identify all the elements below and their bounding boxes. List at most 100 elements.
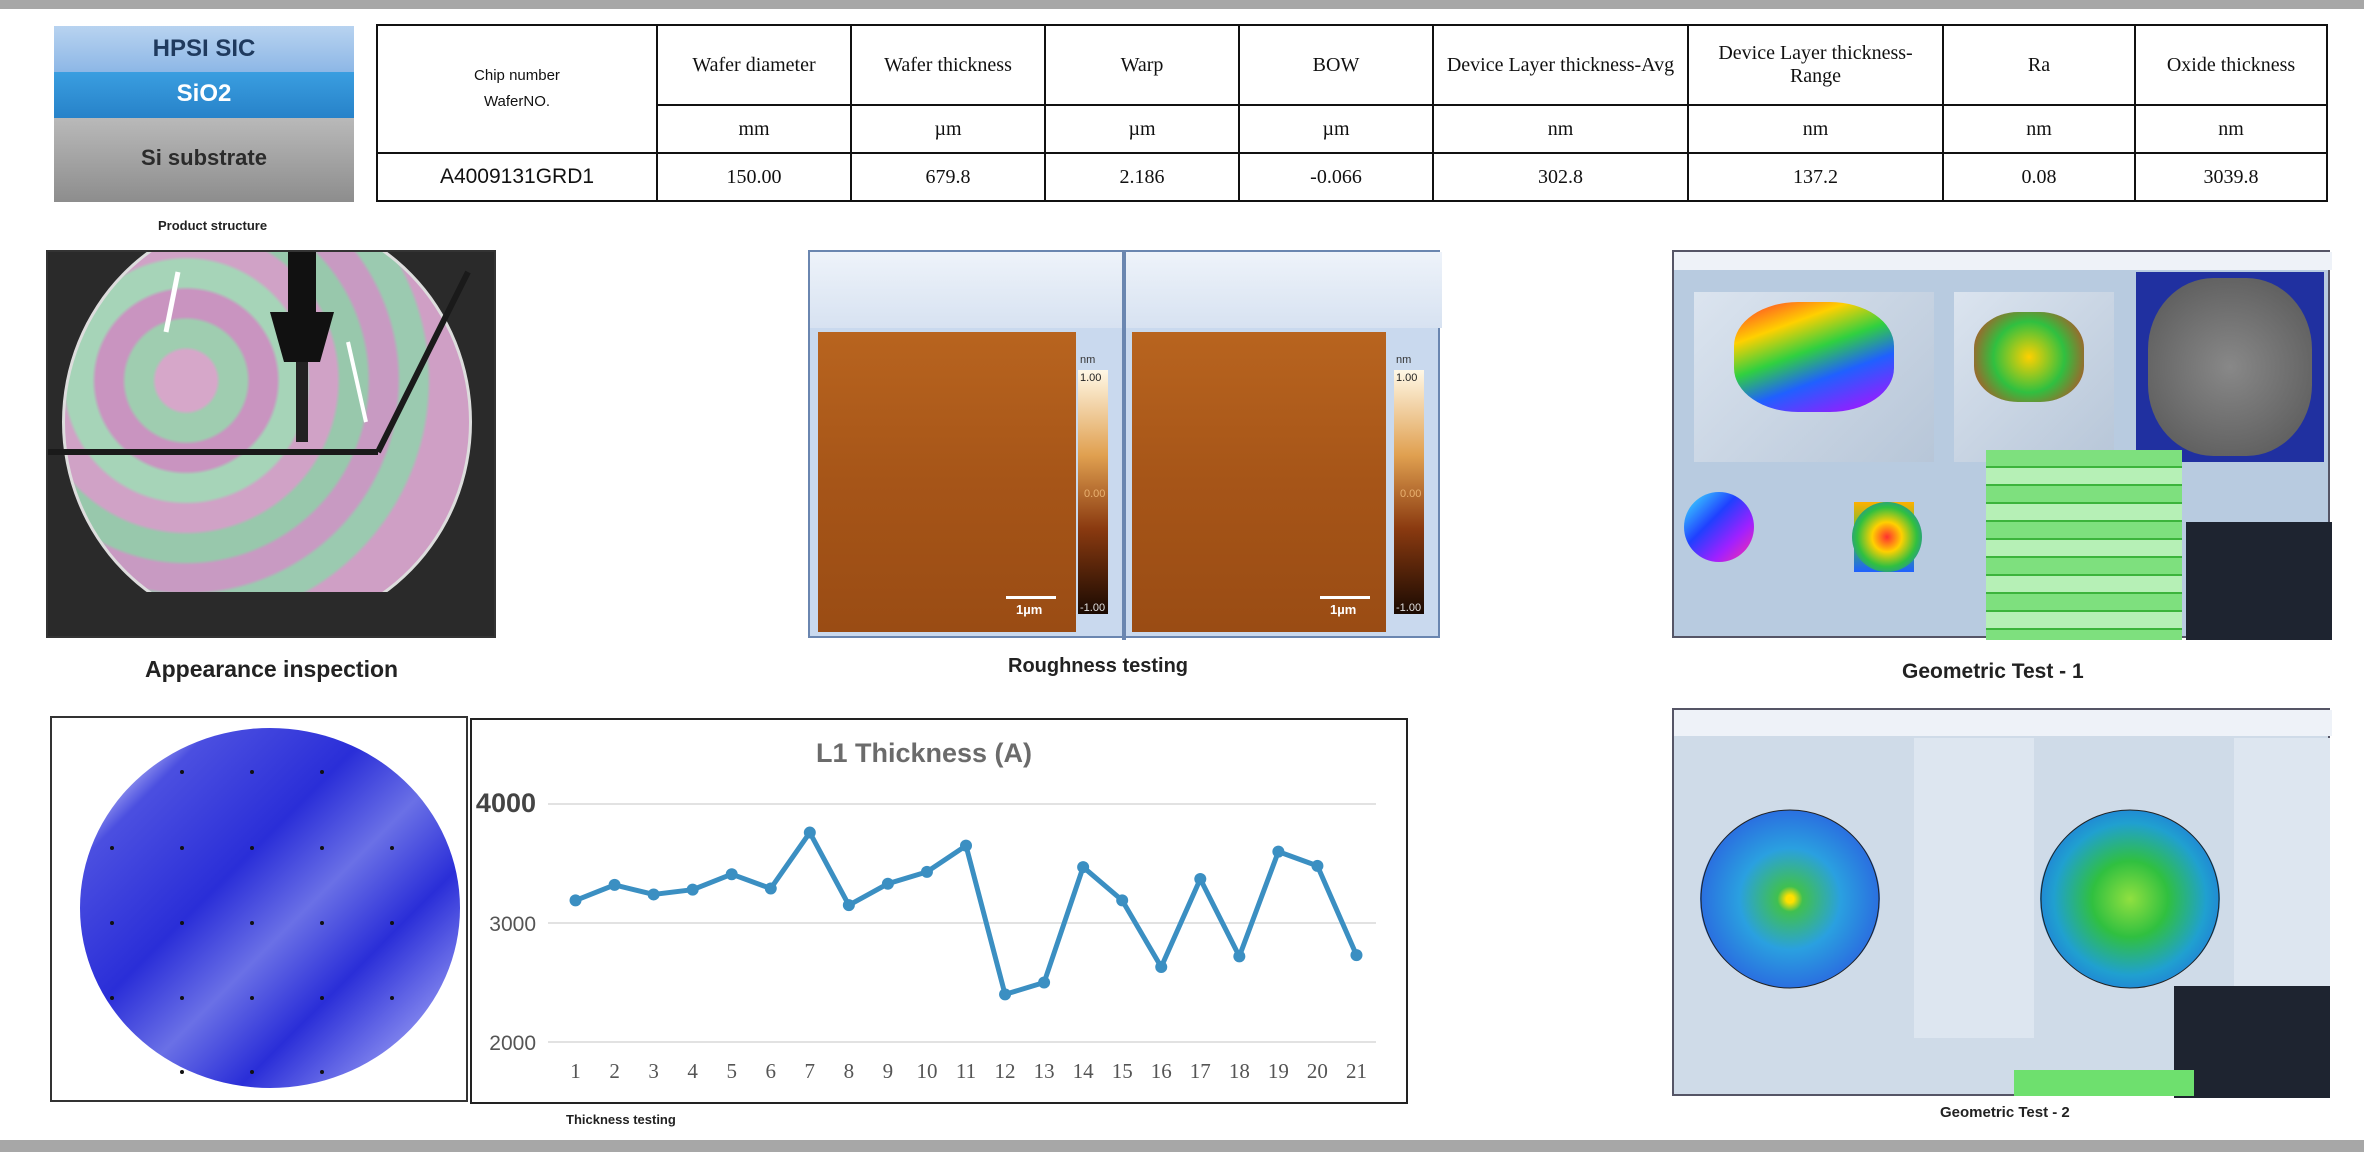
layer-hpsi-sic: HPSI SIC: [54, 26, 354, 72]
unit-cell: nm: [1942, 104, 2136, 154]
x-tick-label: 2: [609, 1059, 620, 1083]
x-tick-label: 3: [648, 1059, 659, 1083]
x-tick-label: 4: [687, 1059, 698, 1083]
x-tick-label: 21: [1346, 1059, 1367, 1083]
wafer-grey-image: [2148, 278, 2312, 456]
value-cell: 679.8: [850, 152, 1046, 202]
data-point: [1350, 949, 1363, 962]
data-point: [1155, 961, 1168, 974]
unit-cell: nm: [1432, 104, 1689, 154]
data-point: [1038, 976, 1051, 989]
value-cell: 3039.8: [2134, 152, 2328, 202]
header-cell: Oxide thickness: [2134, 24, 2328, 106]
afm-scale-unit-left: nm: [1080, 354, 1096, 366]
chart-svg: L1 Thickness (A) 400030002000 1234567891…: [476, 738, 1376, 1083]
data-point: [999, 988, 1012, 1001]
unit-cell: µm: [1238, 104, 1434, 154]
value-cell: -0.066: [1238, 152, 1434, 202]
data-point: [608, 878, 621, 891]
wafer-number-cell: A4009131GRD1: [376, 152, 658, 202]
flatness-3d-map: [1974, 312, 2084, 402]
data-point: [647, 888, 660, 901]
value-cell: 302.8: [1432, 152, 1689, 202]
unit-cell: µm: [1044, 104, 1240, 154]
appearance-caption: Appearance inspection: [145, 656, 399, 682]
bottom-border: [0, 1140, 2364, 1152]
unit-cell: nm: [1687, 104, 1944, 154]
geometric-test-2-screenshot: [1672, 708, 2332, 1098]
afm-scalebar-label-right: 1µm: [1330, 602, 1357, 617]
header-cell: BOW: [1238, 24, 1434, 106]
data-point: [569, 894, 582, 907]
value-cell: 0.08: [1942, 152, 2136, 202]
data-point: [842, 899, 855, 912]
header-cell: Device Layer thickness-Range: [1687, 24, 1944, 106]
afm-scale-bottom-left: -1.00: [1080, 602, 1106, 614]
product-structure-caption: Product structure: [158, 218, 268, 233]
x-tick-label: 6: [766, 1059, 777, 1083]
afm-scale-bottom-right: -1.00: [1396, 602, 1422, 614]
chip-number-label: Chip number: [474, 67, 560, 84]
y-tick-label: 4000: [476, 788, 536, 818]
product-structure-diagram: HPSI SIC SiO2 Si substrate: [54, 26, 354, 202]
afm-scalebar-left: [1006, 596, 1056, 599]
afm-scale-mid-left: 0.00: [1084, 488, 1106, 500]
x-tick-label: 10: [916, 1059, 937, 1083]
afm-image-right: [1132, 332, 1386, 632]
header-cell: Warp: [1044, 24, 1240, 106]
afm-scale-unit-right: nm: [1396, 354, 1412, 366]
x-tick-label: 20: [1307, 1059, 1328, 1083]
data-point: [725, 868, 738, 881]
header-cell: Device Layer thickness-Avg: [1432, 24, 1689, 106]
header-cell: Wafer diameter: [656, 24, 852, 106]
x-tick-label: 19: [1268, 1059, 1289, 1083]
afm-scale-mid-right: 0.00: [1400, 488, 1422, 500]
unit-cell: µm: [850, 104, 1046, 154]
x-tick-label: 16: [1151, 1059, 1172, 1083]
warp-3d-map: [1734, 302, 1894, 412]
data-point: [1272, 845, 1285, 858]
x-tick-label: 12: [995, 1059, 1016, 1083]
data-point: [1194, 872, 1207, 885]
y-tick-label: 3000: [489, 913, 536, 936]
value-cell: 137.2: [1687, 152, 1944, 202]
afm-image-left: [818, 332, 1076, 632]
x-tick-label: 15: [1112, 1059, 1133, 1083]
x-tick-label: 1: [570, 1059, 581, 1083]
report-page: HPSI SIC SiO2 Si substrate Product struc…: [0, 0, 2364, 1152]
chart-title: L1 Thickness (A): [816, 738, 1032, 768]
data-point: [920, 865, 933, 878]
value-cell: 2.186: [1044, 152, 1240, 202]
x-tick-label: 8: [844, 1059, 855, 1083]
x-tick-label: 11: [956, 1059, 976, 1083]
afm-scalebar-right: [1320, 596, 1370, 599]
afm-scale-top-right: 1.00: [1396, 372, 1418, 384]
thickness-line-chart: L1 Thickness (A) 4000 3000 2000 1234567891…: [470, 718, 1408, 1104]
data-point: [1311, 859, 1324, 872]
data-point: [881, 877, 894, 890]
layer-sio2: SiO2: [54, 72, 354, 118]
data-point: [803, 826, 816, 839]
x-tick-label: 18: [1229, 1059, 1250, 1083]
flatness-2d-map: [1852, 502, 1922, 572]
data-point: [1233, 950, 1246, 963]
thickness-map-points: [110, 770, 394, 1074]
data-point: [686, 883, 699, 896]
spec-table: Chip number WaferNO. Wafer diameter Wafe…: [376, 24, 2328, 202]
afm-scale-top-left: 1.00: [1080, 372, 1102, 384]
layer-si-substrate: Si substrate: [54, 118, 354, 202]
afm-toolbar: [810, 252, 1442, 328]
x-tick-label: 14: [1073, 1059, 1095, 1083]
value-cell: 150.00: [656, 152, 852, 202]
roughness-caption: Roughness testing: [1008, 655, 1189, 677]
wafer-no-label: WaferNO.: [483, 93, 551, 110]
data-point: [1077, 861, 1090, 874]
geometric-test-1-screenshot: [1672, 250, 2332, 640]
unit-cell: nm: [2134, 104, 2328, 154]
appearance-photo: [46, 250, 496, 638]
x-tick-label: 9: [883, 1059, 894, 1083]
x-tick-label: 5: [726, 1059, 737, 1083]
wafer-handler-graphic: [48, 252, 471, 455]
header-cell: Wafer thickness: [850, 24, 1046, 106]
sfqr-result-row: [2014, 1070, 2194, 1096]
